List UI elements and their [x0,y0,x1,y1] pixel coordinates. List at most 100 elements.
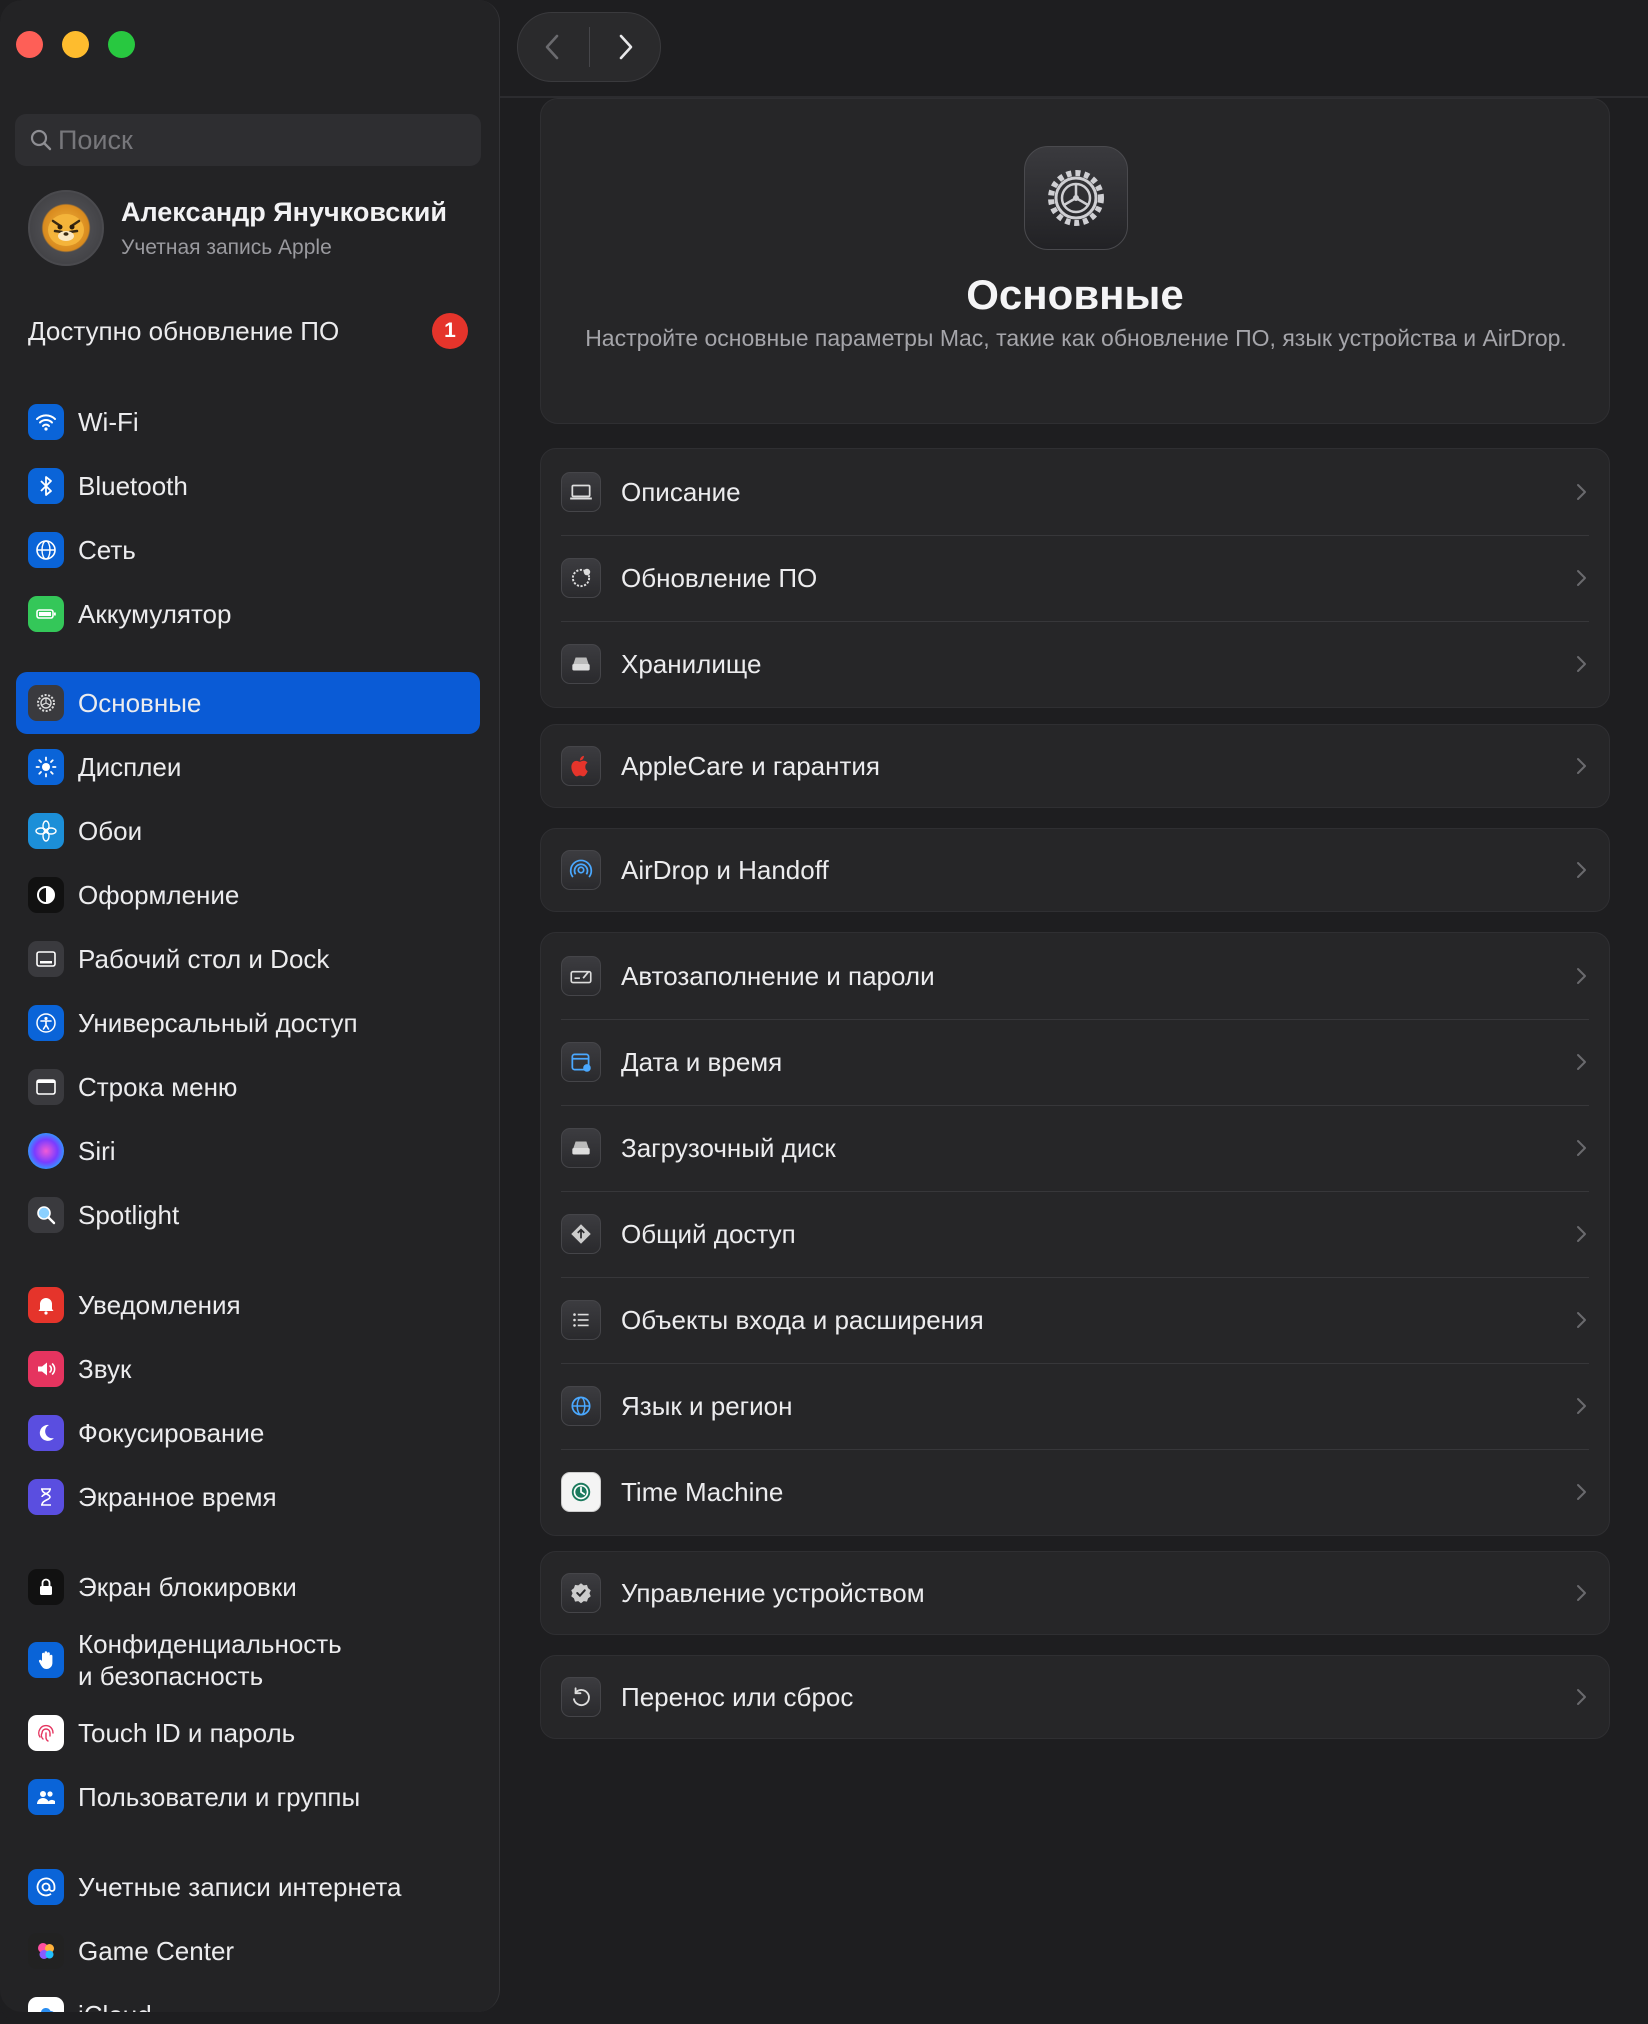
sidebar-item-desktop-dock[interactable]: Рабочий стол и Dock [16,928,480,990]
sidebar-item-label: Bluetooth [78,471,188,501]
sidebar-item-spotlight[interactable]: Spotlight [16,1184,480,1246]
minimize-window-button[interactable] [62,31,89,58]
row-applecare[interactable]: AppleCare и гарантия [541,725,1609,807]
sidebar-item-lock-screen[interactable]: Экран блокировки [16,1556,480,1618]
sidebar-item-label: Фокусирование [78,1418,265,1448]
sidebar-item-icloud[interactable]: iCloud [16,1984,480,2012]
row-transfer-reset[interactable]: Перенос или сброс [541,1656,1609,1738]
page-description: Настройте основные параметры Mac, такие … [585,325,1567,351]
airdrop-icon [561,850,601,890]
settings-group-applecare: AppleCare и гарантия [540,724,1610,808]
window-controls [16,31,135,58]
apple-account[interactable]: Александр Янучковский Учетная запись App… [28,190,447,266]
sun-icon [28,749,64,785]
sidebar-item-wallpaper[interactable]: Обои [16,800,480,862]
back-button[interactable] [518,12,589,82]
sidebar-item-users-groups[interactable]: Пользователи и группы [16,1766,480,1828]
magnifier-icon [28,1197,64,1233]
software-update-notice[interactable]: Доступно обновление ПО 1 [28,313,468,349]
hourglass-icon [28,1479,64,1515]
bluetooth-icon [28,468,64,504]
accessibility-icon [28,1005,64,1041]
settings-group-transfer-reset: Перенос или сброс [540,1655,1610,1739]
dock-icon [28,941,64,977]
close-window-button[interactable] [16,31,43,58]
list-icon [561,1300,601,1340]
row-label: Описание [621,476,741,507]
page-title: Основные [966,271,1184,318]
row-language-region[interactable]: Язык и регион [541,1363,1609,1449]
chevron-right-icon [1561,653,1601,675]
storage-icon [561,644,601,684]
search-placeholder: Поиск [58,124,133,155]
navigation-buttons [517,12,661,82]
row-label: Time Machine [621,1476,784,1507]
sidebar-item-game-center[interactable]: Game Center [16,1920,480,1982]
sidebar-item-label: Оформление [78,880,240,910]
sidebar-item-touch-id[interactable]: Touch ID и пароль [16,1702,480,1764]
sidebar-item-wifi[interactable]: Wi-Fi [16,391,480,453]
wifi-icon [28,404,64,440]
sidebar-item-label: Wi-Fi [78,407,139,437]
row-software-update[interactable]: Обновление ПО [541,535,1609,621]
sidebar-item-screen-time[interactable]: Экранное время [16,1466,480,1528]
sidebar-item-label: Обои [78,816,143,846]
sharing-icon [561,1214,601,1254]
sidebar-item-bluetooth[interactable]: Bluetooth [16,455,480,517]
chevron-right-icon [619,34,633,60]
hand-icon [28,1642,64,1678]
sidebar-item-privacy-security[interactable]: Конфиденциальность и безопасность [16,1620,480,1700]
row-date-time[interactable]: Дата и время [541,1019,1609,1105]
row-about[interactable]: Описание [541,449,1609,535]
laptop-icon [561,472,601,512]
sidebar-item-siri[interactable]: Siri [16,1120,480,1182]
sidebar-item-label: Siri [78,1136,116,1166]
settings-group-device-management: Управление устройством [540,1551,1610,1635]
row-startup-disk[interactable]: Загрузочный диск [541,1105,1609,1191]
sidebar-item-accessibility[interactable]: Универсальный доступ [16,992,480,1054]
zoom-window-button[interactable] [108,31,135,58]
row-storage[interactable]: Хранилище [541,621,1609,707]
update-notice-label: Доступно обновление ПО [28,315,340,346]
forward-button[interactable] [590,12,661,82]
software-update-icon [561,558,601,598]
sidebar: Поиск Александр Янучковский Учетная запи… [0,0,500,2012]
fingerprint-icon [28,1715,64,1751]
sidebar-item-network[interactable]: Сеть [16,519,480,581]
sidebar-item-displays[interactable]: Дисплеи [16,736,480,798]
tiger-avatar-icon [48,214,84,246]
sidebar-item-label: Game Center [78,1936,235,1966]
account-name: Александр Янучковский [121,196,447,227]
row-device-management[interactable]: Управление устройством [541,1552,1609,1634]
sidebar-item-appearance[interactable]: Оформление [16,864,480,926]
row-label: Обновление ПО [621,562,818,593]
search-icon [30,129,52,151]
row-login-items[interactable]: Объекты входа и расширения [541,1277,1609,1363]
row-autofill-passwords[interactable]: Автозаполнение и пароли [541,933,1609,1019]
row-label: Общий доступ [621,1218,796,1249]
row-time-machine[interactable]: Time Machine [541,1449,1609,1535]
row-label: Автозаполнение и пароли [621,960,935,991]
update-count-badge: 1 [432,313,468,349]
sidebar-item-notifications[interactable]: Уведомления [16,1274,480,1336]
account-subtitle: Учетная запись Apple [121,235,332,259]
flower-icon [28,813,64,849]
sidebar-item-focus[interactable]: Фокусирование [16,1402,480,1464]
row-sharing[interactable]: Общий доступ [541,1191,1609,1277]
sidebar-item-general[interactable]: Основные [16,672,480,734]
sidebar-item-label: Строка меню [78,1072,238,1102]
sidebar-item-sound[interactable]: Звук [16,1338,480,1400]
row-airdrop-handoff[interactable]: AirDrop и Handoff [541,829,1609,911]
sidebar-item-label: Spotlight [78,1200,180,1230]
apple-icon [561,746,601,786]
sidebar-item-battery[interactable]: Аккумулятор [16,583,480,645]
sidebar-item-internet-accounts[interactable]: Учетные записи интернета [16,1856,480,1918]
badge-check-icon [561,1573,601,1613]
search-field[interactable]: Поиск [15,114,481,166]
row-label: AppleCare и гарантия [621,750,880,781]
row-label: Хранилище [621,648,762,679]
autofill-icon [561,956,601,996]
sidebar-item-menubar[interactable]: Строка меню [16,1056,480,1118]
chevron-right-icon [1561,1223,1601,1245]
chevron-left-icon [545,34,559,60]
